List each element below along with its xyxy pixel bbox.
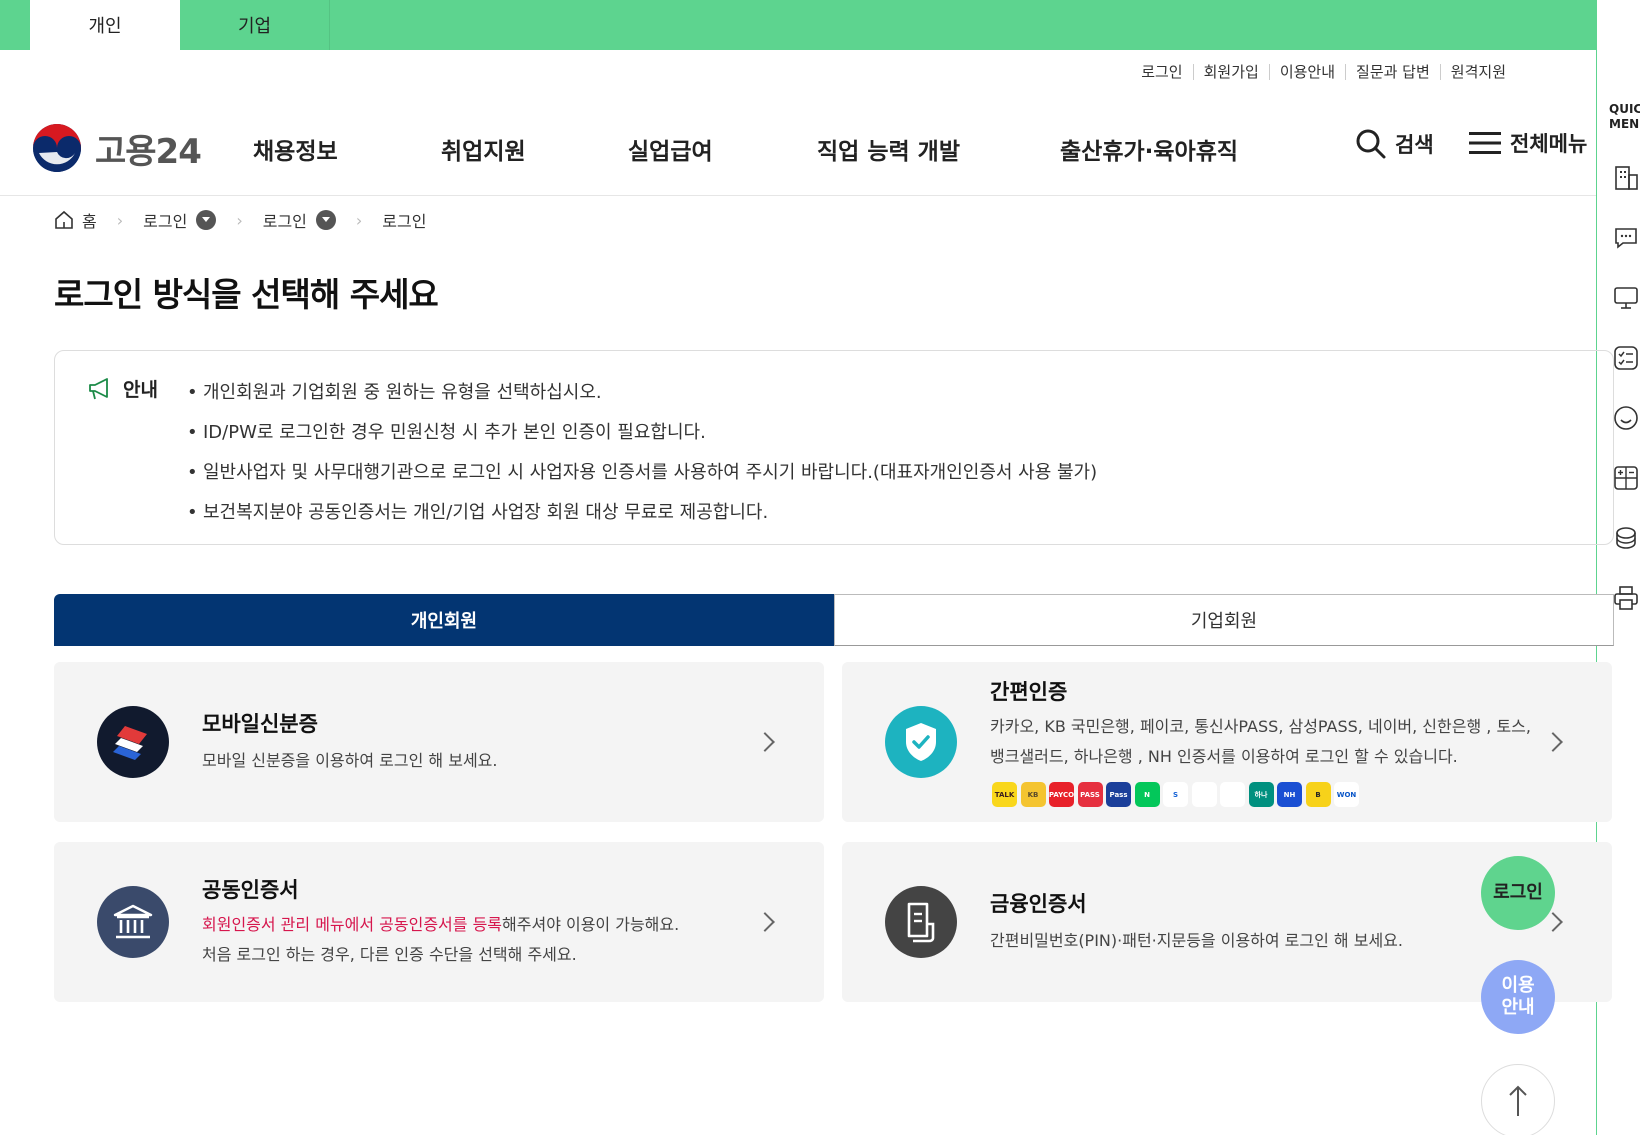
tab-business-member[interactable]: 기업회원 [834, 594, 1614, 646]
gnb-item-unemployment-benefit[interactable]: 실업급여 [628, 132, 713, 166]
mobile-id-icon [97, 706, 169, 778]
financial-cert-title: 금융인증서 [990, 892, 1087, 916]
shield-check-icon [885, 706, 957, 778]
arrow-up-icon [1509, 1085, 1527, 1116]
mobile-id-card[interactable]: 모바일신분증 모바일 신분증을 이용하여 로그인 해 보세요. [54, 662, 824, 822]
notice-item: 일반사업자 및 사무대행기관으로 로그인 시 사업자용 인증서를 사용하여 주시… [187, 453, 1097, 493]
home-icon[interactable] [54, 210, 74, 230]
search-icon [1356, 129, 1386, 159]
breadcrumb-level1[interactable]: 로그인 [143, 208, 187, 232]
breadcrumb-separator: › [116, 210, 124, 230]
calculator-icon[interactable] [1613, 465, 1639, 491]
floating-login-button[interactable]: 로그인 [1481, 856, 1555, 930]
naver-logo-icon: N [1134, 782, 1160, 807]
banksalad-logo-icon [1220, 782, 1245, 807]
notice-label: 안내 [87, 375, 158, 402]
notice-box: 안내 개인회원과 기업회원 중 원하는 유형을 선택하십시오. ID/PW로 로… [54, 350, 1614, 545]
quick-menu-title: QUIC MENU [1609, 102, 1640, 131]
won-logo-icon: WON [1334, 782, 1359, 807]
floating-guide-button[interactable]: 이용 안내 [1481, 960, 1555, 1034]
global-navigation: 고용24 채용정보 취업지원 실업급여 직업 능력 개발 출산휴가·육아휴직 검… [0, 100, 1596, 196]
gnb-item-employment-support[interactable]: 취업지원 [441, 132, 526, 166]
breadcrumb-home[interactable]: 홈 [82, 208, 97, 232]
tab-personal-member[interactable]: 개인회원 [54, 594, 834, 646]
shinhan-logo-icon: S [1163, 782, 1188, 807]
breadcrumb: 홈 › 로그인 › 로그인 › 로그인 [54, 208, 426, 232]
megaphone-icon [89, 377, 108, 399]
chat-icon[interactable] [1613, 225, 1639, 251]
mobile-id-title: 모바일신분증 [202, 712, 318, 736]
cert-register-link[interactable]: 회원인증서 관리 메뉴에서 공동인증서를 등록 [202, 915, 502, 934]
gnb-item-parental-leave[interactable]: 출산휴가·육아휴직 [1060, 132, 1238, 166]
smile-icon[interactable] [1613, 405, 1639, 431]
bank-icon [97, 886, 169, 958]
b-cert-logo-icon: B [1305, 782, 1331, 807]
breadcrumb-current: 로그인 [382, 212, 427, 231]
gnb-item-vocational-training[interactable]: 직업 능력 개발 [817, 132, 960, 166]
samsung-pass-logo-icon: Pass [1106, 782, 1131, 807]
member-type-tabs: 개인회원 기업회원 [54, 594, 1614, 646]
page-title: 로그인 방식을 선택해 주세요 [54, 275, 439, 314]
logo-text: 고용24 [95, 131, 202, 172]
joint-cert-desc: 회원인증서 관리 메뉴에서 공동인증서를 등록해주셔야 이용이 가능해요. 처음… [202, 915, 680, 964]
payco-logo-icon: PAYCO [1049, 782, 1074, 807]
notice-item: 개인회원과 기업회원 중 원하는 유형을 선택하십시오. [187, 373, 1097, 413]
chevron-right-icon [755, 912, 775, 932]
util-remote-link[interactable]: 원격지원 [1439, 64, 1516, 80]
pass-logo-icon: PASS [1077, 782, 1103, 807]
utility-links: 로그인 회원가입 이용안내 질문과 답변 원격지원 [1131, 64, 1516, 80]
mobile-id-desc: 모바일 신분증을 이용하여 로그인 해 보세요. [202, 751, 498, 770]
search-button[interactable]: 검색 [1355, 128, 1434, 160]
notice-list: 개인회원과 기업회원 중 원하는 유형을 선택하십시오. ID/PW로 로그인한… [187, 373, 1097, 533]
joint-cert-title: 공동인증서 [202, 878, 299, 902]
simple-auth-desc: 카카오, KB 국민은행, 페이코, 통신사PASS, 삼성PASS, 네이버,… [990, 717, 1531, 766]
simple-auth-title: 간편인증 [990, 680, 1068, 704]
monitor-icon[interactable] [1613, 285, 1639, 311]
chevron-down-icon[interactable] [196, 210, 217, 230]
chevron-right-icon [755, 732, 775, 752]
util-qna-link[interactable]: 질문과 답변 [1345, 64, 1440, 80]
checklist-icon[interactable] [1613, 345, 1639, 371]
document-icon [885, 886, 957, 958]
breadcrumb-level2[interactable]: 로그인 [263, 208, 307, 232]
util-signup-link[interactable]: 회원가입 [1192, 64, 1269, 80]
chevron-down-icon[interactable] [315, 210, 336, 230]
util-login-link[interactable]: 로그인 [1131, 64, 1192, 80]
logo[interactable]: 고용24 [31, 122, 202, 174]
search-label: 검색 [1395, 133, 1434, 157]
notice-item: 보건복지분야 공동인증서는 개인/기업 사업장 회원 대상 무료로 제공합니다. [187, 493, 1097, 533]
all-menu-button[interactable]: 전체메뉴 [1468, 128, 1587, 158]
tab-personal[interactable]: 개인 [30, 0, 180, 50]
scroll-top-button[interactable] [1481, 1064, 1555, 1135]
breadcrumb-separator: › [236, 210, 243, 230]
kb-logo-icon: KB [1020, 782, 1046, 807]
nh-logo-icon: NH [1277, 782, 1302, 807]
notice-item: ID/PW로 로그인한 경우 민원신청 시 추가 본인 인증이 필요합니다. [187, 413, 1097, 453]
all-menu-label: 전체메뉴 [1510, 132, 1588, 156]
hana-logo-icon: 하나 [1248, 782, 1274, 807]
hamburger-icon [1469, 132, 1501, 154]
top-tab-bar: 개인 기업 [0, 0, 1596, 50]
chevron-right-icon [1543, 732, 1563, 752]
printer-icon[interactable] [1613, 585, 1639, 611]
joint-cert-card[interactable]: 공동인증서 회원인증서 관리 메뉴에서 공동인증서를 등록해주셔야 이용이 가능… [54, 842, 824, 1002]
auth-provider-logos: TALK KB PAYCO PASS Pass N S 하나 NH B WON [992, 782, 1363, 807]
coin-icon[interactable] [1613, 525, 1639, 551]
breadcrumb-separator: › [355, 210, 363, 230]
building-icon[interactable] [1613, 165, 1639, 191]
tab-business[interactable]: 기업 [180, 0, 330, 50]
gnb-item-jobs[interactable]: 채용정보 [253, 132, 338, 166]
financial-cert-desc: 간편비밀번호(PIN)·패턴·지문등을 이용하여 로그인 해 보세요. [990, 931, 1403, 950]
taegeuk-logo-icon [33, 124, 81, 172]
toss-logo-icon [1191, 782, 1217, 807]
kakao-logo-icon: TALK [992, 782, 1017, 807]
util-guide-link[interactable]: 이용안내 [1268, 64, 1345, 80]
